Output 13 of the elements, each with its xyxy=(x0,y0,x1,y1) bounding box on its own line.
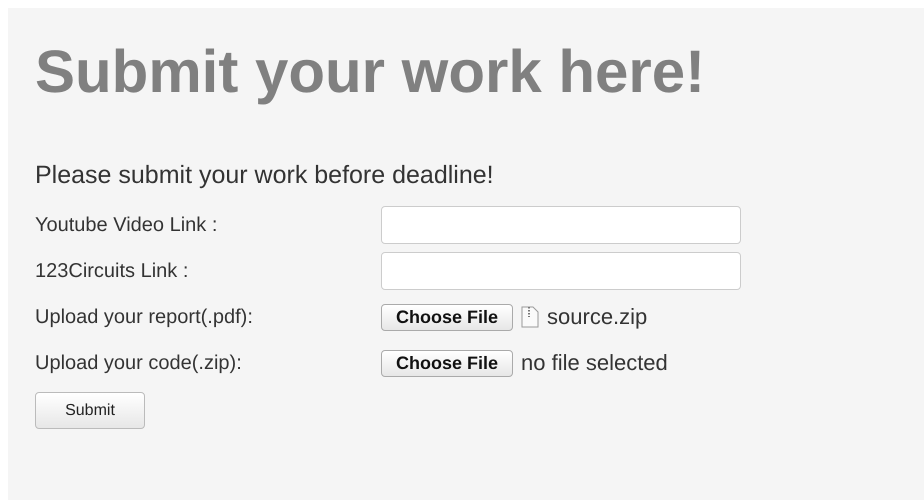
choose-file-button[interactable]: Choose File xyxy=(381,304,514,330)
file-name: source.zip xyxy=(547,304,648,330)
field-label: Upload your code(.zip): xyxy=(35,352,243,374)
field-label: Upload your report(.pdf): xyxy=(35,306,254,328)
input-field[interactable] xyxy=(381,206,741,244)
input-field[interactable] xyxy=(381,252,741,290)
field-label: 123Circuits Link : xyxy=(35,260,190,282)
choose-file-button[interactable]: Choose File xyxy=(381,350,514,376)
subtitle: Please submit your work before deadline! xyxy=(35,160,495,191)
field-label: Youtube Video Link : xyxy=(35,214,218,236)
file-name: no file selected xyxy=(521,350,668,376)
page-title: Submit your work here! xyxy=(35,37,706,107)
submit-button[interactable]: Submit xyxy=(35,392,145,429)
